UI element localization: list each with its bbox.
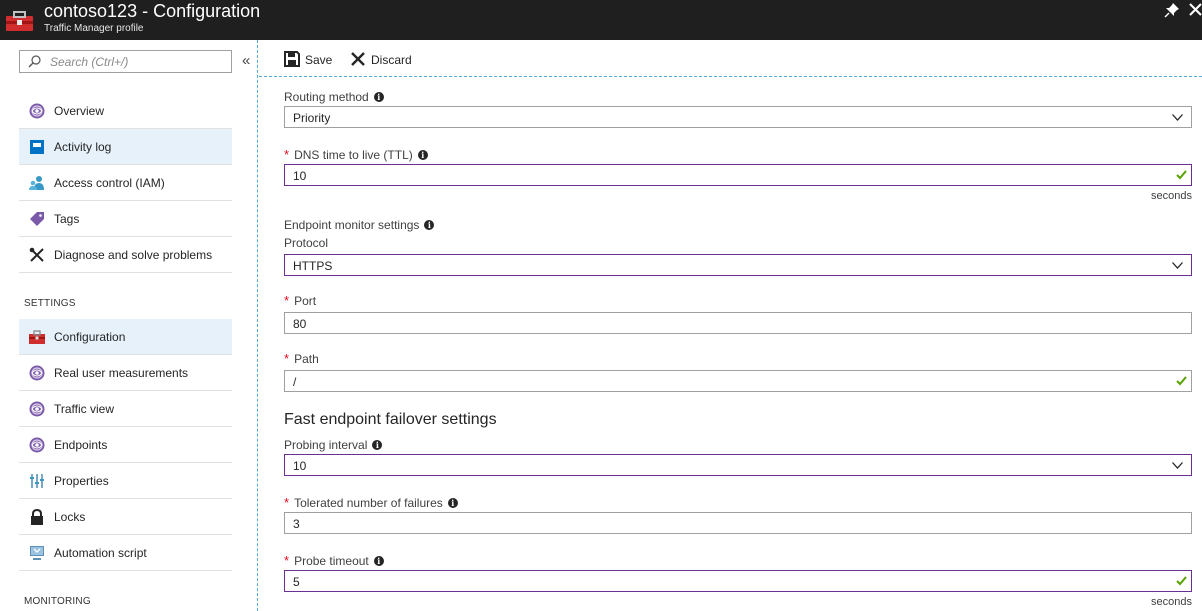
save-button[interactable]: Save	[284, 51, 334, 69]
discard-button[interactable]: Discard	[350, 51, 420, 69]
protocol-select[interactable]: HTTPS	[284, 254, 1192, 276]
sidebar-item-activity-log[interactable]: Activity log	[19, 129, 232, 165]
info-icon[interactable]: i	[447, 498, 458, 508]
dns-ttl-label: * DNS time to live (TTL) i	[284, 147, 428, 162]
port-input[interactable]: 80	[284, 312, 1192, 334]
properties-icon	[30, 474, 44, 488]
checkmark-icon	[1176, 376, 1187, 386]
info-icon[interactable]: i	[372, 440, 383, 450]
automation-icon	[30, 546, 44, 560]
tolerated-failures-input[interactable]: 3	[284, 512, 1192, 534]
sidebar-item-label: Configuration	[54, 330, 126, 344]
sidebar-item-label: Locks	[54, 510, 86, 524]
save-icon	[284, 51, 300, 67]
traffic-manager-icon	[29, 437, 45, 453]
info-icon[interactable]: i	[424, 220, 435, 230]
collapse-menu-button[interactable]: «	[242, 52, 250, 69]
tolerated-failures-label: * Tolerated number of failures i	[284, 495, 458, 510]
failover-section-title: Fast endpoint failover settings	[284, 411, 497, 428]
sidebar-item-automation-script[interactable]: Automation script	[19, 535, 232, 571]
page-subtitle: Traffic Manager profile	[44, 23, 144, 34]
probing-interval-select[interactable]: 10	[284, 454, 1192, 476]
checkmark-icon	[1176, 170, 1187, 180]
sidebar-item-diagnose[interactable]: Diagnose and solve problems	[19, 237, 232, 273]
monitoring-section-header: MONITORING	[24, 596, 91, 607]
sidebar-item-traffic-view[interactable]: Traffic view	[19, 391, 232, 427]
sidebar-item-endpoints[interactable]: Endpoints	[19, 427, 232, 463]
path-label: * Path	[284, 351, 319, 366]
sidebar-item-label: Properties	[54, 474, 109, 488]
path-input[interactable]: /	[284, 370, 1192, 392]
command-bar: Save Discard	[259, 40, 1202, 77]
required-asterisk: *	[284, 351, 290, 366]
info-icon[interactable]: i	[373, 92, 384, 102]
sidebar-item-label: Activity log	[54, 140, 112, 154]
traffic-manager-icon	[29, 365, 45, 381]
probe-timeout-unit: seconds	[1151, 596, 1192, 608]
page-title: contoso123 - Configuration	[44, 1, 261, 21]
lock-icon	[31, 509, 43, 525]
protocol-label: Protocol	[284, 236, 329, 250]
required-asterisk: *	[284, 147, 290, 162]
search-icon	[28, 55, 41, 68]
search-input[interactable]	[50, 53, 225, 70]
close-icon[interactable]	[1189, 3, 1202, 16]
endpoint-monitor-settings-label: Endpoint monitor settings i	[284, 218, 435, 232]
sidebar-item-label: Overview	[54, 104, 105, 118]
probing-interval-label: Probing interval i	[284, 438, 383, 452]
sidebar-item-label: Real user measurements	[54, 366, 189, 380]
chevron-down-icon	[1172, 262, 1183, 269]
required-asterisk: *	[284, 495, 290, 510]
routing-method-select[interactable]: Priority	[284, 106, 1192, 128]
iam-icon	[29, 176, 44, 190]
dns-ttl-input[interactable]: 10	[284, 164, 1192, 186]
settings-section-header: SETTINGS	[24, 298, 76, 309]
resource-menu: « Overview Activity log Access control (…	[0, 40, 257, 611]
probe-timeout-label: * Probe timeout i	[284, 553, 384, 568]
sidebar-item-locks[interactable]: Locks	[19, 499, 232, 535]
info-icon[interactable]: i	[417, 150, 428, 160]
blade-divider	[257, 40, 259, 611]
traffic-manager-icon	[29, 401, 45, 417]
tag-icon	[30, 212, 44, 226]
info-icon[interactable]: i	[373, 556, 384, 566]
routing-method-label: Routing method i	[284, 90, 384, 104]
checkmark-icon	[1176, 576, 1187, 586]
chevron-down-icon	[1172, 114, 1183, 121]
toolbox-icon	[29, 330, 45, 344]
close-icon	[351, 52, 365, 66]
sidebar-item-tags[interactable]: Tags	[19, 201, 232, 237]
sidebar-item-label: Automation script	[54, 546, 147, 560]
pin-icon[interactable]	[1164, 2, 1180, 18]
chevron-down-icon	[1172, 462, 1183, 469]
sidebar-item-access-control[interactable]: Access control (IAM)	[19, 165, 232, 201]
sidebar-item-label: Access control (IAM)	[54, 176, 165, 190]
activity-log-icon	[30, 140, 44, 154]
sidebar-item-label: Traffic view	[54, 402, 115, 416]
title-bar: contoso123 - Configuration Traffic Manag…	[0, 0, 1202, 40]
probe-timeout-input[interactable]: 5	[284, 570, 1192, 592]
sidebar-item-real-user-measurements[interactable]: Real user measurements	[19, 355, 232, 391]
sidebar-item-label: Endpoints	[54, 438, 108, 452]
sidebar-item-overview[interactable]: Overview	[19, 93, 232, 129]
wrench-icon	[29, 247, 44, 262]
traffic-manager-icon	[29, 103, 45, 119]
toolbox-icon	[6, 11, 33, 31]
required-asterisk: *	[284, 553, 290, 568]
sidebar-item-properties[interactable]: Properties	[19, 463, 232, 499]
sidebar-item-label: Tags	[54, 212, 80, 226]
search-box[interactable]	[19, 50, 232, 73]
required-asterisk: *	[284, 293, 290, 308]
dns-ttl-unit: seconds	[1151, 190, 1192, 202]
sidebar-item-configuration[interactable]: Configuration	[19, 319, 232, 355]
port-label: * Port	[284, 293, 317, 308]
sidebar-item-label: Diagnose and solve problems	[54, 248, 213, 262]
